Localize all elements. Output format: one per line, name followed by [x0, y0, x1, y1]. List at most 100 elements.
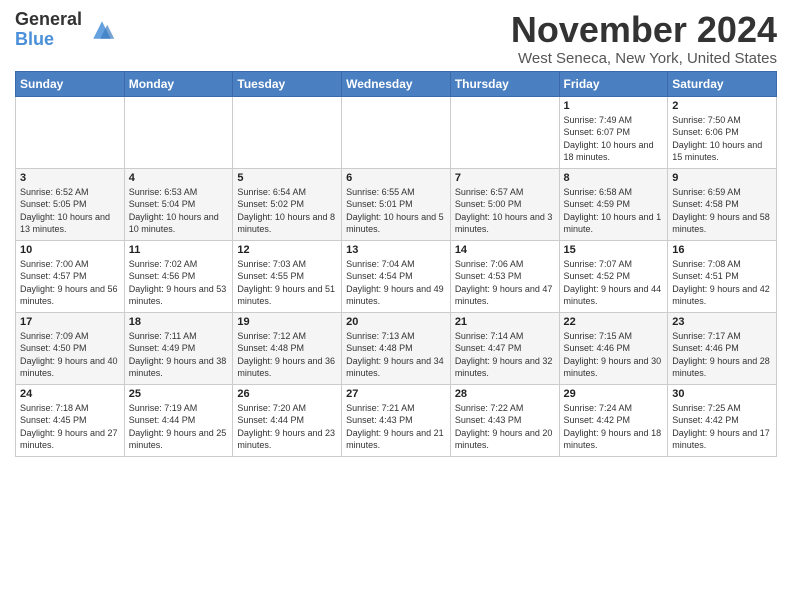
day-info: Sunrise: 7:19 AM Sunset: 4:44 PM Dayligh… [129, 402, 229, 452]
day-number: 9 [672, 172, 772, 184]
calendar-cell: 30 Sunrise: 7:25 AM Sunset: 4:42 PM Dayli… [668, 384, 777, 456]
day-info: Sunrise: 6:53 AM Sunset: 5:04 PM Dayligh… [129, 186, 229, 236]
day-number: 17 [20, 316, 120, 328]
calendar-cell: 21Sunrise: 7:14 AM Sunset: 4:47 PM Dayli… [450, 312, 559, 384]
day-info: Sunrise: 7:25 AM Sunset: 4:42 PM Dayligh… [672, 402, 772, 452]
day-number: 16 [672, 244, 772, 256]
calendar-cell: 17Sunrise: 7:09 AM Sunset: 4:50 PM Dayli… [16, 312, 125, 384]
day-number: 15 [564, 244, 664, 256]
day-info: Sunrise: 6:58 AM Sunset: 4:59 PM Dayligh… [564, 186, 664, 236]
header: General Blue November 2024 West Seneca, … [15, 10, 777, 67]
calendar-week-0: 1 Sunrise: 7:49 AM Sunset: 6:07 PM Daylig… [16, 96, 777, 168]
calendar-cell: 2 Sunrise: 7:50 AM Sunset: 6:06 PM Daylig… [668, 96, 777, 168]
location: West Seneca, New York, United States [511, 50, 777, 67]
calendar-cell [342, 96, 451, 168]
calendar-table: Sunday Monday Tuesday Wednesday Thursday… [15, 71, 777, 457]
day-number: 24 [20, 388, 120, 400]
calendar-week-4: 24 Sunrise: 7:18 AM Sunset: 4:45 PM Dayli… [16, 384, 777, 456]
calendar-cell: 13 Sunrise: 7:04 AM Sunset: 4:54 PM Dayli… [342, 240, 451, 312]
calendar-cell: 25 Sunrise: 7:19 AM Sunset: 4:44 PM Dayli… [124, 384, 233, 456]
day-info: Sunrise: 7:17 AM Sunset: 4:46 PM Dayligh… [672, 330, 772, 380]
day-number: 5 [237, 172, 337, 184]
title-block: November 2024 West Seneca, New York, Uni… [511, 10, 777, 67]
calendar-cell: 29Sunrise: 7:24 AM Sunset: 4:42 PM Dayli… [559, 384, 668, 456]
day-info: Sunrise: 7:49 AM Sunset: 6:07 PM Dayligh… [564, 114, 664, 164]
calendar-cell: 8 Sunrise: 6:58 AM Sunset: 4:59 PM Daylig… [559, 168, 668, 240]
day-info: Sunrise: 6:54 AM Sunset: 5:02 PM Dayligh… [237, 186, 337, 236]
weekday-wednesday: Wednesday [342, 71, 451, 96]
day-info: Sunrise: 7:04 AM Sunset: 4:54 PM Dayligh… [346, 258, 446, 308]
day-info: Sunrise: 7:50 AM Sunset: 6:06 PM Dayligh… [672, 114, 772, 164]
day-number: 6 [346, 172, 446, 184]
calendar-cell: 10 Sunrise: 7:00 AM Sunset: 4:57 PM Dayli… [16, 240, 125, 312]
calendar-body: 1 Sunrise: 7:49 AM Sunset: 6:07 PM Daylig… [16, 96, 777, 456]
day-number: 28 [455, 388, 555, 400]
logo-blue: Blue [15, 30, 82, 50]
weekday-tuesday: Tuesday [233, 71, 342, 96]
calendar-cell: 18 Sunrise: 7:11 AM Sunset: 4:49 PM Dayli… [124, 312, 233, 384]
day-number: 10 [20, 244, 120, 256]
day-info: Sunrise: 6:55 AM Sunset: 5:01 PM Dayligh… [346, 186, 446, 236]
day-info: Sunrise: 7:00 AM Sunset: 4:57 PM Dayligh… [20, 258, 120, 308]
logo: General Blue [15, 10, 116, 50]
day-number: 18 [129, 316, 229, 328]
calendar-cell: 4 Sunrise: 6:53 AM Sunset: 5:04 PM Daylig… [124, 168, 233, 240]
day-info: Sunrise: 7:20 AM Sunset: 4:44 PM Dayligh… [237, 402, 337, 452]
calendar-week-3: 17Sunrise: 7:09 AM Sunset: 4:50 PM Dayli… [16, 312, 777, 384]
day-info: Sunrise: 6:59 AM Sunset: 4:58 PM Dayligh… [672, 186, 772, 236]
calendar-cell: 28 Sunrise: 7:22 AM Sunset: 4:43 PM Dayli… [450, 384, 559, 456]
day-number: 13 [346, 244, 446, 256]
calendar-cell: 15Sunrise: 7:07 AM Sunset: 4:52 PM Dayli… [559, 240, 668, 312]
weekday-row: Sunday Monday Tuesday Wednesday Thursday… [16, 71, 777, 96]
calendar-cell: 6 Sunrise: 6:55 AM Sunset: 5:01 PM Daylig… [342, 168, 451, 240]
day-number: 25 [129, 388, 229, 400]
calendar-cell: 5 Sunrise: 6:54 AM Sunset: 5:02 PM Daylig… [233, 168, 342, 240]
day-number: 8 [564, 172, 664, 184]
calendar-cell: 24 Sunrise: 7:18 AM Sunset: 4:45 PM Dayli… [16, 384, 125, 456]
day-info: Sunrise: 7:03 AM Sunset: 4:55 PM Dayligh… [237, 258, 337, 308]
logo-icon [88, 16, 116, 44]
day-info: Sunrise: 7:11 AM Sunset: 4:49 PM Dayligh… [129, 330, 229, 380]
day-number: 19 [237, 316, 337, 328]
calendar-cell [233, 96, 342, 168]
day-info: Sunrise: 7:06 AM Sunset: 4:53 PM Dayligh… [455, 258, 555, 308]
day-info: Sunrise: 7:14 AM Sunset: 4:47 PM Dayligh… [455, 330, 555, 380]
day-info: Sunrise: 6:52 AM Sunset: 5:05 PM Dayligh… [20, 186, 120, 236]
calendar-cell [16, 96, 125, 168]
day-info: Sunrise: 7:13 AM Sunset: 4:48 PM Dayligh… [346, 330, 446, 380]
calendar-header: Sunday Monday Tuesday Wednesday Thursday… [16, 71, 777, 96]
logo-text: General Blue [15, 10, 82, 50]
day-number: 12 [237, 244, 337, 256]
day-number: 1 [564, 100, 664, 112]
calendar-cell: 23 Sunrise: 7:17 AM Sunset: 4:46 PM Dayli… [668, 312, 777, 384]
day-info: Sunrise: 7:12 AM Sunset: 4:48 PM Dayligh… [237, 330, 337, 380]
calendar-cell: 20Sunrise: 7:13 AM Sunset: 4:48 PM Dayli… [342, 312, 451, 384]
calendar-cell: 7Sunrise: 6:57 AM Sunset: 5:00 PM Daylig… [450, 168, 559, 240]
day-info: Sunrise: 7:22 AM Sunset: 4:43 PM Dayligh… [455, 402, 555, 452]
day-info: Sunrise: 7:02 AM Sunset: 4:56 PM Dayligh… [129, 258, 229, 308]
day-number: 22 [564, 316, 664, 328]
day-number: 23 [672, 316, 772, 328]
day-number: 7 [455, 172, 555, 184]
calendar-cell: 27 Sunrise: 7:21 AM Sunset: 4:43 PM Dayli… [342, 384, 451, 456]
calendar-week-1: 3Sunrise: 6:52 AM Sunset: 5:05 PM Daylig… [16, 168, 777, 240]
day-number: 27 [346, 388, 446, 400]
weekday-sunday: Sunday [16, 71, 125, 96]
day-info: Sunrise: 7:08 AM Sunset: 4:51 PM Dayligh… [672, 258, 772, 308]
calendar-cell: 16 Sunrise: 7:08 AM Sunset: 4:51 PM Dayli… [668, 240, 777, 312]
calendar-cell: 22 Sunrise: 7:15 AM Sunset: 4:46 PM Dayli… [559, 312, 668, 384]
calendar-cell: 19 Sunrise: 7:12 AM Sunset: 4:48 PM Dayli… [233, 312, 342, 384]
day-info: Sunrise: 7:18 AM Sunset: 4:45 PM Dayligh… [20, 402, 120, 452]
calendar-week-2: 10 Sunrise: 7:00 AM Sunset: 4:57 PM Dayli… [16, 240, 777, 312]
calendar-cell [450, 96, 559, 168]
day-info: Sunrise: 7:15 AM Sunset: 4:46 PM Dayligh… [564, 330, 664, 380]
day-number: 2 [672, 100, 772, 112]
month-title: November 2024 [511, 10, 777, 50]
page-container: General Blue November 2024 West Seneca, … [0, 0, 792, 467]
day-number: 30 [672, 388, 772, 400]
day-info: Sunrise: 7:21 AM Sunset: 4:43 PM Dayligh… [346, 402, 446, 452]
weekday-saturday: Saturday [668, 71, 777, 96]
calendar-cell: 12 Sunrise: 7:03 AM Sunset: 4:55 PM Dayli… [233, 240, 342, 312]
day-info: Sunrise: 7:24 AM Sunset: 4:42 PM Dayligh… [564, 402, 664, 452]
day-number: 4 [129, 172, 229, 184]
